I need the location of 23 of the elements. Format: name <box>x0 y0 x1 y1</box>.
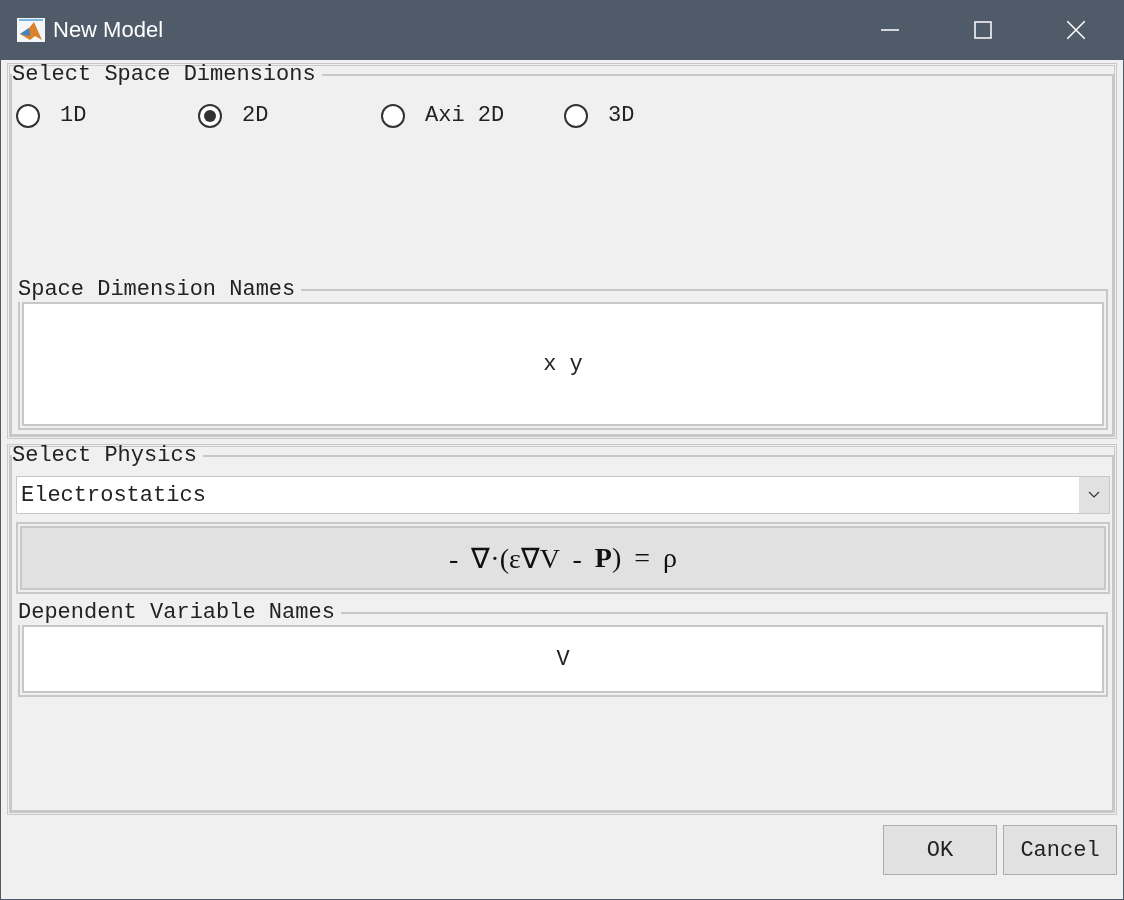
window-title: New Model <box>53 17 164 43</box>
input-field[interactable]: V <box>22 625 1104 693</box>
radio-button[interactable] <box>381 103 405 128</box>
radio-button[interactable] <box>198 103 222 128</box>
radio-button[interactable] <box>16 103 40 128</box>
radio-option[interactable]: Axi 2D <box>381 103 564 128</box>
radio-option[interactable]: 2D <box>198 103 381 128</box>
physics-dropdown[interactable]: Electrostatics <box>16 476 1110 514</box>
radio-button[interactable] <box>564 103 588 128</box>
radio-option[interactable]: 3D <box>564 103 635 128</box>
dialog-button[interactable]: Cancel <box>1003 825 1117 875</box>
group-title: Space Dimension Names <box>18 277 297 302</box>
group-title: Dependent Variable Names <box>18 600 336 625</box>
radio-option[interactable]: 1D <box>16 103 198 128</box>
dialog-button[interactable]: OK <box>883 825 997 875</box>
app-logo-icon <box>17 18 45 42</box>
chevron-down-icon <box>1088 491 1100 499</box>
maximize-icon[interactable] <box>974 21 992 39</box>
input-field[interactable]: x y <box>22 302 1104 426</box>
close-icon[interactable] <box>1067 21 1085 39</box>
equation-display: - ∇·(ε∇V - P) = ρ <box>20 526 1106 590</box>
group-title: Select Physics <box>12 443 198 468</box>
group-title: Select Space Dimensions <box>12 62 317 87</box>
